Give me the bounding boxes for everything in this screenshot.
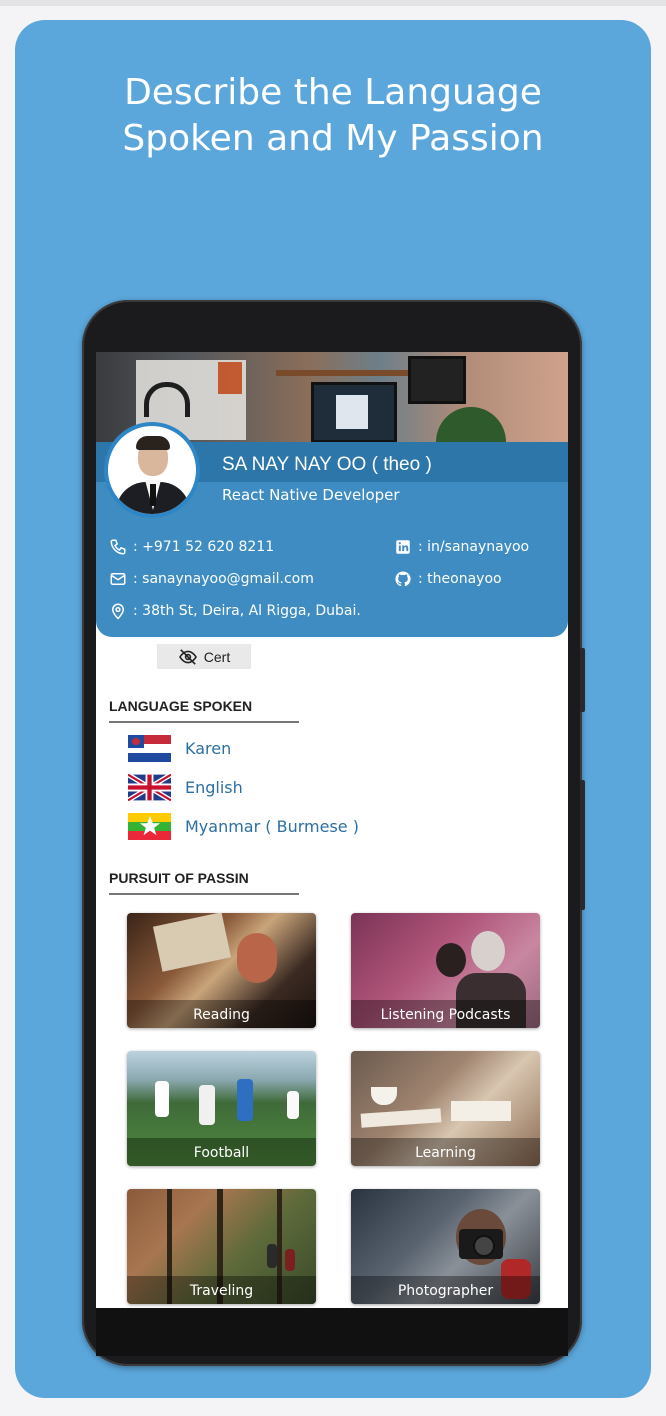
uk-flag-icon [128,774,171,801]
phone-info[interactable]: : +971 52 620 8211 [109,538,274,556]
headline: Describe the Language Spoken and My Pass… [0,70,666,162]
passion-tile-listening-podcasts[interactable]: Listening Podcasts [351,913,540,1028]
language-item-myanmar: Myanmar ( Burmese ) [128,813,359,840]
passion-section-title: PURSUIT OF PASSIN [109,870,249,886]
myanmar-flag-icon [128,813,171,840]
language-section-divider [109,721,299,723]
mail-icon [110,573,126,585]
language-label: Myanmar ( Burmese ) [185,817,359,836]
avatar[interactable] [104,422,200,518]
cert-button-label: Cert [203,648,231,665]
passion-tile-football[interactable]: Football [127,1051,316,1166]
language-label: Karen [185,739,232,758]
headline-line-2: Spoken and My Passion [122,118,544,159]
github-icon [395,571,411,587]
plant [436,407,506,447]
tile-caption: Learning [351,1138,540,1166]
passion-tile-photographer[interactable]: Photographer [351,1189,540,1304]
github-text: : theonayoo [418,571,502,587]
profile-name: SA NAY NAY OO ( theo ) [222,454,432,475]
email-info[interactable]: : sanaynayoo@gmail.com [109,570,314,588]
linkedin-text: : in/sanaynayoo [418,539,530,555]
tile-caption: Reading [127,1000,316,1028]
status-strip [0,0,666,6]
power-button [580,780,585,910]
tile-caption: Football [127,1138,316,1166]
language-label: English [185,778,243,797]
profile-role: React Native Developer [222,486,400,504]
passion-tile-traveling[interactable]: Traveling [127,1189,316,1304]
eye-off-icon [178,648,197,665]
picture-frame [408,356,466,404]
tile-caption: Listening Podcasts [351,1000,540,1028]
phone-bottom-bezel [96,1308,568,1356]
tile-caption: Photographer [351,1276,540,1304]
tile-caption: Traveling [127,1276,316,1304]
language-item-english: English [128,774,243,801]
language-item-karen: Karen [128,735,231,762]
github-info[interactable]: : theonayoo [394,570,502,588]
phone-text: : +971 52 620 8211 [133,539,275,555]
location-pin-icon [111,603,125,620]
language-section-title: LANGUAGE SPOKEN [109,698,253,714]
phone-screen: SA NAY NAY OO ( theo ) React Native Deve… [96,352,568,1308]
headphones-icon [144,382,190,417]
linkedin-info[interactable]: : in/sanaynayoo [394,538,529,556]
karen-flag-icon [128,735,171,762]
cert-toggle-button[interactable]: Cert [157,644,251,669]
address-text: : 38th St, Deira, Al Rigga, Dubai. [133,603,361,619]
passion-tile-learning[interactable]: Learning [351,1051,540,1166]
email-text: : sanaynayoo@gmail.com [133,571,314,587]
volume-button [580,648,585,712]
headline-line-1: Describe the Language [124,72,542,113]
address-info[interactable]: : 38th St, Deira, Al Rigga, Dubai. [109,602,361,620]
passion-tile-reading[interactable]: Reading [127,913,316,1028]
passion-section-divider [109,893,299,895]
phone-icon [110,539,126,555]
linkedin-icon [396,540,410,554]
monitor [311,382,397,443]
